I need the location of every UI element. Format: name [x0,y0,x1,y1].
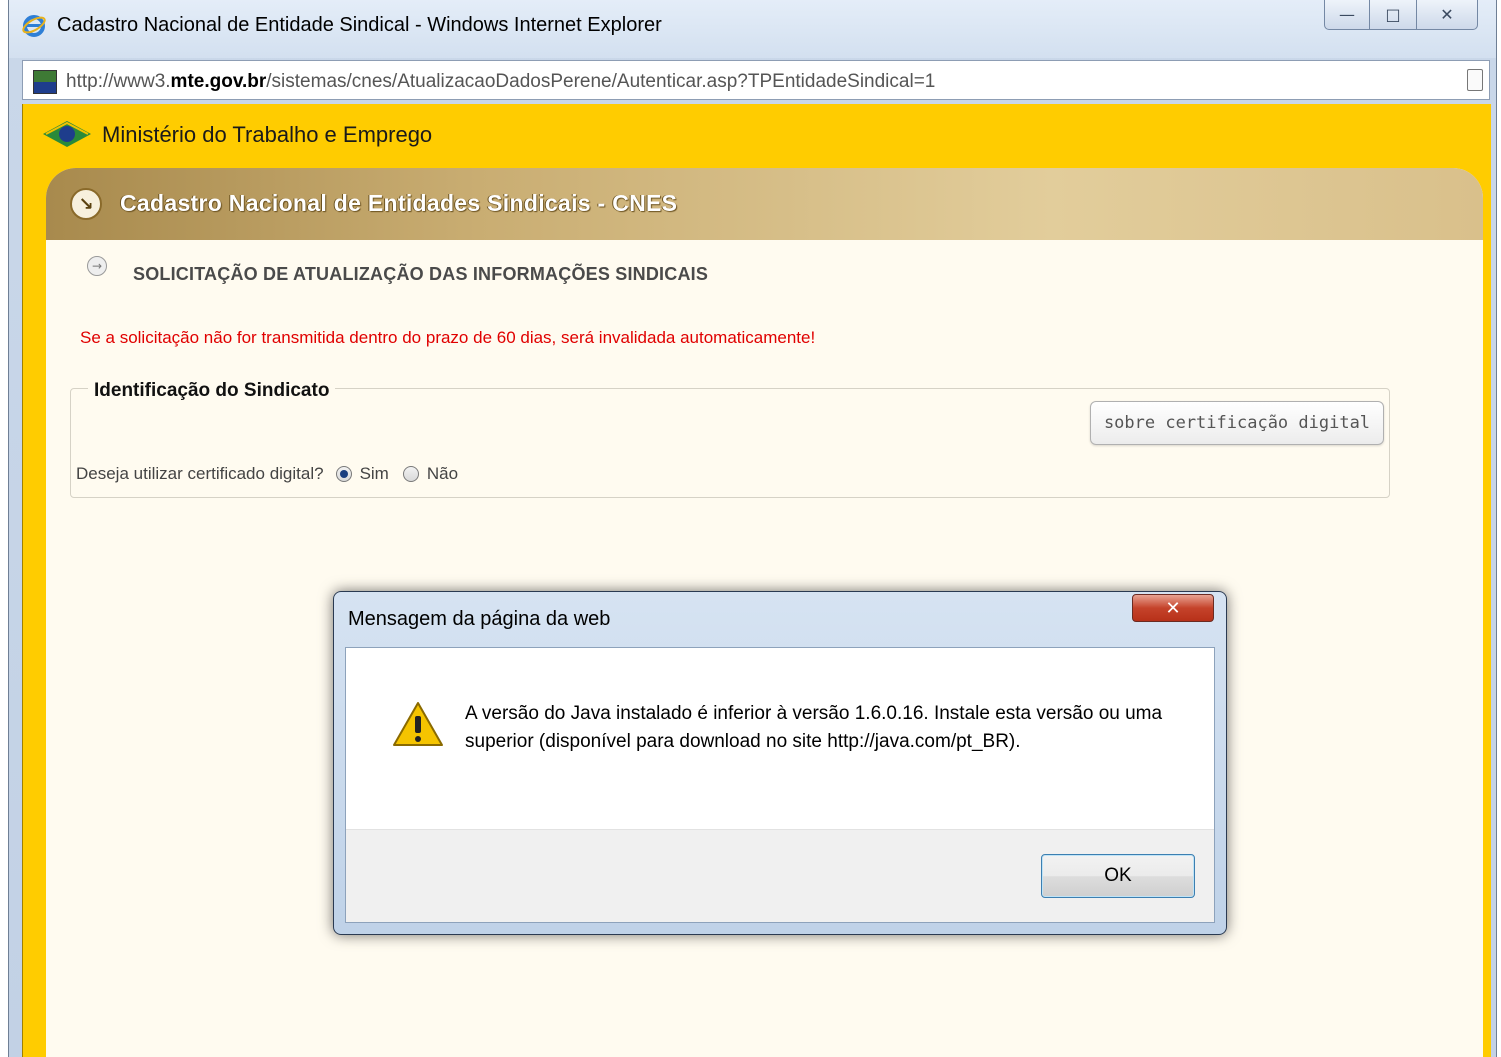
message-dialog: Mensagem da página da web ✕ A versão do … [333,591,1227,935]
window-controls: — □ ✕ [1324,0,1478,34]
dialog-close-button[interactable]: ✕ [1132,594,1214,622]
arrow-circle-icon: ↘ [70,188,102,220]
close-window-button[interactable]: ✕ [1416,0,1478,30]
page-title: Cadastro Nacional de Entidades Sindicais… [120,190,678,216]
compatibility-view-icon[interactable] [1467,69,1483,91]
radio-nao-label[interactable]: Não [427,464,458,484]
certificate-question: Deseja utilizar certificado digital? [76,464,324,483]
dialog-footer: OK [346,829,1214,922]
maximize-button[interactable]: □ [1370,0,1416,30]
gov-brazil-flag-icon [43,121,91,147]
url-text[interactable]: http://www3.mte.gov.br/sistemas/cnes/Atu… [66,71,935,93]
ministry-name: Ministério do Trabalho e Emprego [102,122,433,147]
section-title: SOLICITAÇÃO DE ATUALIZAÇÃO DAS INFORMAÇÕ… [133,264,709,284]
warning-message: Se a solicitação não for transmitida den… [80,328,816,347]
minimize-button[interactable]: — [1324,0,1370,30]
url-prefix: http://www3. [66,71,171,92]
header-band: ↘ Cadastro Nacional de Entidades Sindica… [46,168,1483,240]
dialog-title: Mensagem da página da web [348,608,611,630]
url-path: /sistemas/cnes/AtualizacaoDadosPerene/Au… [266,71,936,92]
radio-sim-label[interactable]: Sim [360,464,389,484]
address-bar[interactable]: http://www3.mte.gov.br/sistemas/cnes/Atu… [22,60,1490,100]
dialog-message: A versão do Java instalado é inferior à … [465,703,1163,752]
arrow-right-icon: → [87,256,107,276]
ok-button[interactable]: OK [1041,854,1195,898]
browser-window: Cadastro Nacional de Entidade Sindical -… [8,0,1497,1057]
window-title: Cadastro Nacional de Entidade Sindical -… [57,14,662,36]
site-favicon-icon [33,70,57,94]
internet-explorer-icon [22,15,46,37]
certificate-question-row: Deseja utilizar certificado digital? Sim… [76,464,460,484]
radio-sim[interactable] [335,466,352,482]
about-digital-certificate-button[interactable]: sobre certificação digital [1090,401,1384,445]
radio-nao[interactable] [402,466,419,482]
title-bar: Cadastro Nacional de Entidade Sindical -… [9,0,1496,58]
dialog-body: A versão do Java instalado é inferior à … [345,647,1215,923]
warning-icon [393,702,443,746]
url-domain: mte.gov.br [170,71,267,92]
fieldset-legend: Identificação do Sindicato [88,380,336,402]
